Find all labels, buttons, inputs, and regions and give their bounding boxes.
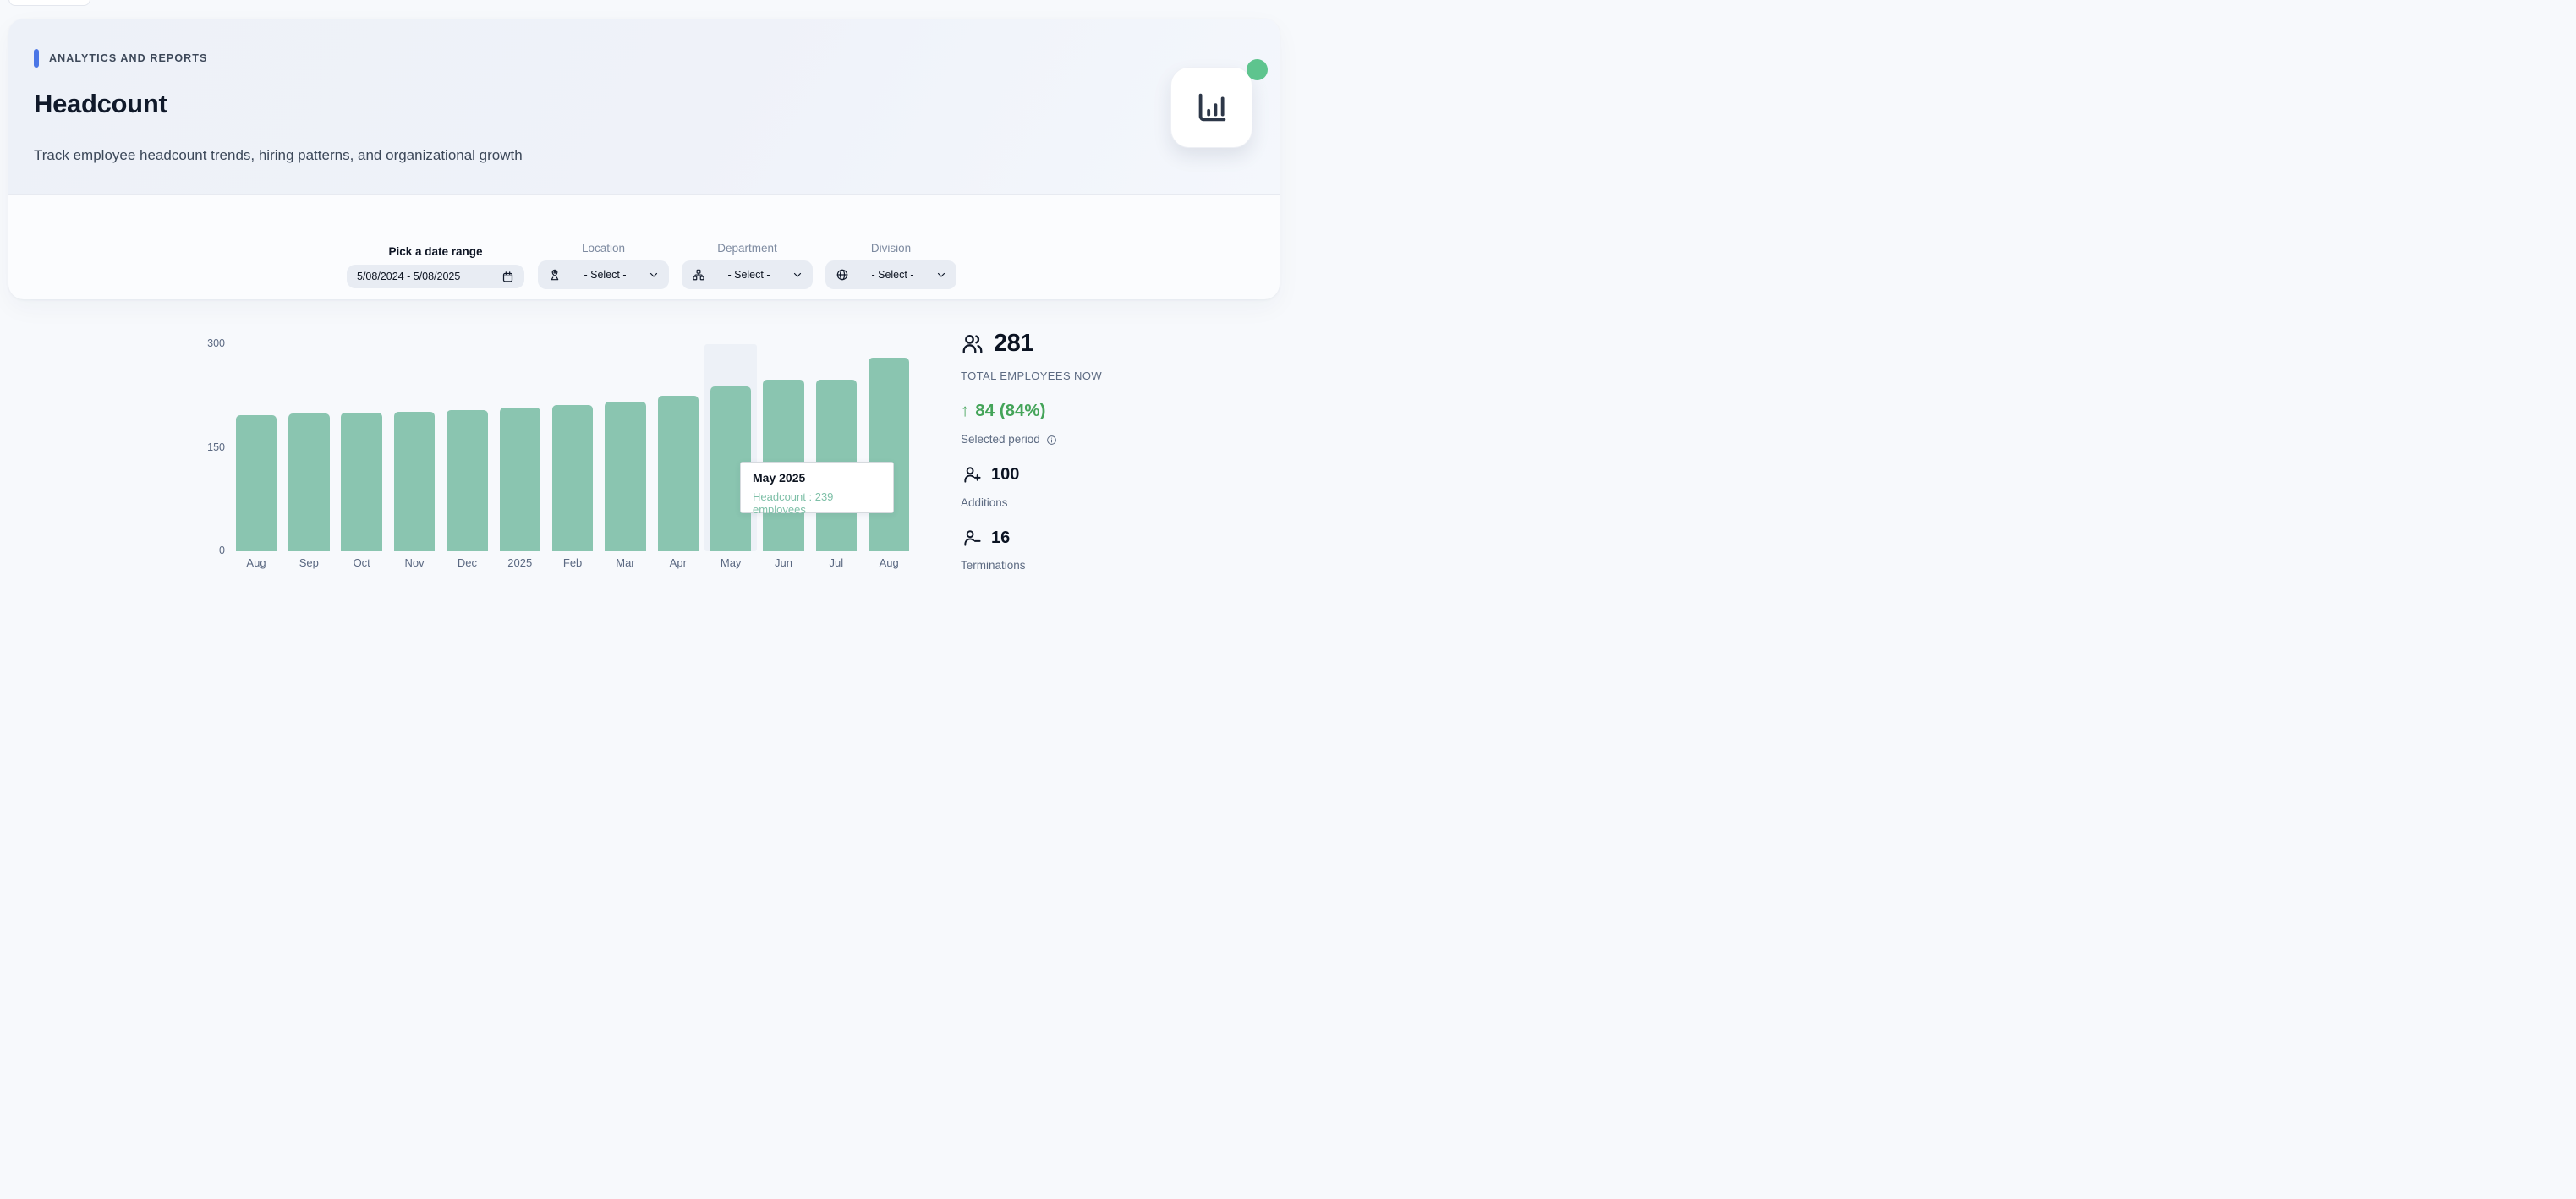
x-axis-label: May bbox=[704, 556, 757, 569]
bar-aug[interactable] bbox=[869, 358, 910, 551]
user-minus-icon bbox=[962, 528, 982, 548]
total-employees-value: 281 bbox=[994, 330, 1033, 358]
bar-feb[interactable] bbox=[552, 405, 594, 551]
x-axis-label: Feb bbox=[546, 556, 599, 569]
bar-nov[interactable] bbox=[394, 412, 436, 551]
users-icon bbox=[961, 332, 984, 356]
bar-2025[interactable] bbox=[500, 408, 541, 551]
total-employees-label: TOTAL EMPLOYEES NOW bbox=[961, 370, 1102, 382]
period-change: ↑ 84 (84%) bbox=[961, 401, 1045, 421]
up-arrow-icon: ↑ bbox=[961, 401, 969, 421]
period-change-value: 84 (84%) bbox=[975, 401, 1045, 421]
x-axis-label: Apr bbox=[652, 556, 704, 569]
x-axis-label: Dec bbox=[441, 556, 493, 569]
x-axis-label: Jun bbox=[758, 556, 810, 569]
y-axis-tick: 150 bbox=[174, 441, 225, 453]
x-axis-label: Mar bbox=[599, 556, 651, 569]
additions-label: Additions bbox=[961, 496, 1008, 509]
bar-apr[interactable] bbox=[658, 396, 699, 551]
period-change-label: Selected period bbox=[961, 433, 1057, 446]
info-icon[interactable] bbox=[1046, 435, 1057, 446]
bar-oct[interactable] bbox=[341, 413, 382, 551]
additions-value: 100 bbox=[991, 465, 1019, 485]
headcount-bar-chart: May 2025 Headcount : 239 employees 0 150 3… bbox=[0, 0, 1288, 600]
x-axis-label: Aug bbox=[230, 556, 282, 569]
tooltip-value: Headcount : 239 employees bbox=[753, 490, 881, 516]
tooltip-title: May 2025 bbox=[753, 471, 881, 485]
y-axis-tick: 300 bbox=[174, 337, 225, 349]
bar-dec[interactable] bbox=[447, 410, 488, 551]
bar-mar[interactable] bbox=[605, 402, 646, 551]
x-axis-label: Nov bbox=[388, 556, 441, 569]
x-axis-label: Aug bbox=[863, 556, 915, 569]
y-axis-tick: 0 bbox=[174, 545, 225, 556]
terminations-value: 16 bbox=[991, 528, 1010, 548]
page: ANALYTICS AND REPORTS Headcount Track em… bbox=[0, 0, 1288, 600]
x-axis-label: Sep bbox=[282, 556, 335, 569]
bar-aug[interactable] bbox=[236, 415, 277, 551]
terminations-label: Terminations bbox=[961, 559, 1026, 572]
x-axis-label: 2025 bbox=[494, 556, 546, 569]
bar-sep[interactable] bbox=[288, 413, 330, 551]
chart-tooltip: May 2025 Headcount : 239 employees bbox=[740, 462, 894, 513]
x-axis-label: Jul bbox=[810, 556, 863, 569]
user-plus-icon bbox=[962, 465, 982, 485]
x-axis-label: Oct bbox=[336, 556, 388, 569]
